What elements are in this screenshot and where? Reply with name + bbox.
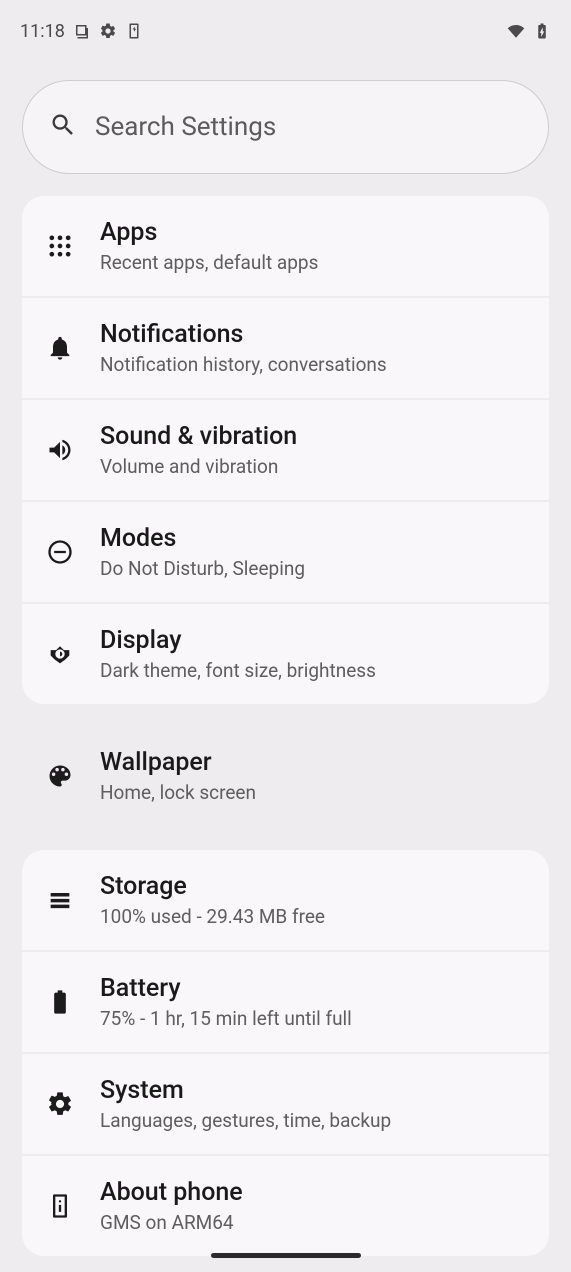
item-title: Modes [100,524,305,553]
item-subtitle: 75% - 1 hr, 15 min left until full [100,1007,352,1030]
battery-icon [44,986,76,1018]
item-title: Display [100,626,376,655]
item-title: Apps [100,218,318,247]
search-icon [49,111,77,143]
device-icon [125,22,143,40]
settings-item-notifications[interactable]: Notifications Notification history, conv… [22,298,549,400]
item-title: Storage [100,872,325,901]
window-icon [73,22,91,40]
item-subtitle: Languages, gestures, time, backup [100,1109,391,1132]
settings-item-system[interactable]: System Languages, gestures, time, backup [22,1054,549,1156]
item-subtitle: Recent apps, default apps [100,251,318,274]
item-subtitle: Do Not Disturb, Sleeping [100,557,305,580]
gesture-bar[interactable] [211,1253,361,1258]
item-title: About phone [100,1178,243,1207]
brightness-icon [44,638,76,670]
bell-icon [44,332,76,364]
settings-item-storage[interactable]: Storage 100% used - 29.43 MB free [22,850,549,952]
settings-item-battery[interactable]: Battery 75% - 1 hr, 15 min left until fu… [22,952,549,1054]
item-subtitle: Home, lock screen [100,781,256,804]
settings-item-about[interactable]: About phone GMS on ARM64 [22,1156,549,1256]
gear-icon [44,1088,76,1120]
item-subtitle: Volume and vibration [100,455,297,478]
item-title: Notifications [100,320,387,349]
settings-item-modes[interactable]: Modes Do Not Disturb, Sleeping [22,502,549,604]
search-settings[interactable]: Search Settings [22,80,549,174]
storage-icon [44,884,76,916]
statusbar-time: 11:18 [20,21,65,42]
item-subtitle: GMS on ARM64 [100,1211,243,1234]
settings-item-sound[interactable]: Sound & vibration Volume and vibration [22,400,549,502]
item-title: System [100,1076,391,1105]
statusbar: 11:18 [0,0,571,50]
settings-item-apps[interactable]: Apps Recent apps, default apps [22,196,549,298]
volume-icon [44,434,76,466]
palette-icon [44,760,76,792]
item-subtitle: Notification history, conversations [100,353,387,376]
settings-item-display[interactable]: Display Dark theme, font size, brightnes… [22,604,549,704]
item-subtitle: 100% used - 29.43 MB free [100,905,325,928]
battery-charging-icon [533,22,551,40]
search-placeholder: Search Settings [95,112,276,142]
wifi-icon [507,22,525,40]
item-title: Sound & vibration [100,422,297,451]
phone-info-icon [44,1190,76,1222]
settings-item-wallpaper[interactable]: Wallpaper Home, lock screen [22,726,549,828]
apps-icon [44,230,76,262]
gear-icon [99,22,117,40]
item-title: Battery [100,974,352,1003]
item-title: Wallpaper [100,748,256,777]
dnd-icon [44,536,76,568]
item-subtitle: Dark theme, font size, brightness [100,659,376,682]
